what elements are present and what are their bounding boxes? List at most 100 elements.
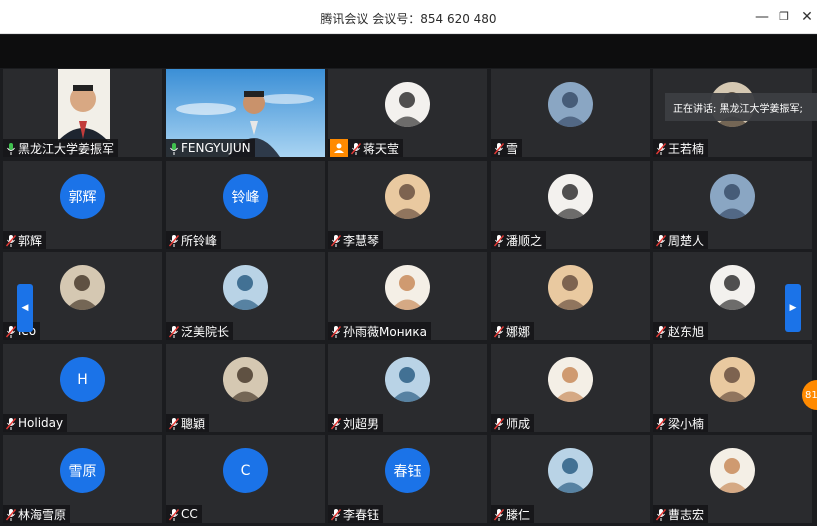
participant-name-bar: 所铃峰 [166, 231, 222, 249]
participant-tile[interactable]: 雪 [491, 69, 650, 157]
mic-muted-icon [655, 416, 667, 430]
participant-tile[interactable]: 孙雨薇Моника [328, 252, 487, 340]
mic-muted-icon [493, 233, 505, 247]
participant-name-bar: 周楚人 [653, 231, 709, 249]
avatar [548, 448, 593, 493]
mic-muted-icon [168, 507, 180, 521]
toolbar-area [0, 35, 817, 68]
avatar: H [60, 357, 105, 402]
participant-tile[interactable]: FENGYUJUN [166, 69, 325, 157]
avatar [223, 357, 268, 402]
mic-muted-icon [168, 324, 180, 338]
mic-muted-icon [168, 416, 180, 430]
mic-muted-icon [655, 507, 667, 521]
avatar [385, 82, 430, 127]
participant-name-bar: 曹志宏 [653, 505, 709, 523]
participant-name: 聰穎 [181, 416, 206, 431]
participant-tile[interactable]: 曹志宏 [653, 435, 812, 523]
participant-tile[interactable]: 潘顺之 [491, 161, 650, 249]
participant-grid: 黑龙江大学姜振军 FENGYUJUN 蒋天莹雪王若楠 郭辉 郭辉 铃峰 所铃峰 李慧琴 潘顺之周… [3, 69, 815, 526]
participant-tile[interactable]: 娜娜 [491, 252, 650, 340]
avatar: 春钰 [385, 448, 430, 493]
participant-tile[interactable]: 刘超男 [328, 344, 487, 432]
participant-tile[interactable]: 师成 [491, 344, 650, 432]
participant-name: 所铃峰 [181, 233, 218, 248]
mic-muted-icon [330, 324, 342, 338]
participant-name-bar: 雪 [491, 139, 523, 157]
participant-name: 娜娜 [506, 324, 531, 339]
participant-name: 梁小楠 [668, 416, 705, 431]
participant-tile[interactable]: 蒋天莹 [328, 69, 487, 157]
mic-muted-icon [493, 141, 505, 155]
mic-muted-icon [655, 233, 667, 247]
participant-name-bar: 郭辉 [3, 231, 47, 249]
participant-name: 李春钰 [343, 507, 380, 522]
avatar [710, 265, 755, 310]
participant-name: 李慧琴 [343, 233, 380, 248]
participant-tile[interactable]: 黑龙江大学姜振军 [3, 69, 162, 157]
mic-muted-icon [5, 233, 17, 247]
participant-name-bar: 赵东旭 [653, 322, 709, 340]
mic-muted-icon [330, 416, 342, 430]
avatar: 雪原 [60, 448, 105, 493]
avatar [710, 174, 755, 219]
mic-muted-icon [350, 141, 362, 155]
participant-name-bar: Holiday [3, 414, 68, 432]
avatar [548, 265, 593, 310]
avatar [548, 174, 593, 219]
participant-tile[interactable]: 郭辉 郭辉 [3, 161, 162, 249]
participant-tile[interactable]: 周楚人 [653, 161, 812, 249]
participant-name-bar: 滕仁 [491, 505, 535, 523]
participant-name: 赵东旭 [668, 324, 705, 339]
participant-name: 王若楠 [668, 141, 705, 156]
next-page-button[interactable]: ▶ [785, 284, 801, 332]
mic-icon [168, 141, 180, 155]
participant-tile[interactable]: 铃峰 所铃峰 [166, 161, 325, 249]
participant-name: Holiday [18, 416, 64, 430]
participant-tile[interactable]: 春钰 李春钰 [328, 435, 487, 523]
close-icon[interactable]: ✕ [796, 7, 817, 27]
avatar [385, 174, 430, 219]
participant-name-bar: 娜娜 [491, 322, 535, 340]
avatar [223, 265, 268, 310]
participant-name: CC [181, 507, 198, 521]
participant-name-bar: 聰穎 [166, 414, 210, 432]
mic-muted-icon [330, 233, 342, 247]
participant-tile[interactable]: 梁小楠 [653, 344, 812, 432]
participant-name-bar: 师成 [491, 414, 535, 432]
participant-name-bar: 林海雪原 [3, 505, 71, 523]
mic-muted-icon [655, 141, 667, 155]
participant-name-bar: 泛美院长 [166, 322, 234, 340]
window-title: 腾讯会议 会议号：854 620 480 [320, 12, 497, 26]
avatar [710, 448, 755, 493]
mic-icon [5, 141, 17, 155]
participant-name: 孙雨薇Моника [343, 324, 427, 339]
participant-name-bar: 黑龙江大学姜振军 [3, 139, 119, 157]
participant-name: FENGYUJUN [181, 141, 251, 155]
prev-page-button[interactable]: ◀ [17, 284, 33, 332]
participant-tile[interactable]: 李慧琴 [328, 161, 487, 249]
participant-name-bar: 蒋天莹 [328, 139, 404, 157]
participant-name: 师成 [506, 416, 531, 431]
participant-name: 黑龙江大学姜振军 [18, 141, 115, 156]
title-bar: 腾讯会议 会议号：854 620 480 — ❐ ✕ [0, 0, 817, 34]
participant-tile[interactable]: 雪原林海雪原 [3, 435, 162, 523]
participant-name: 曹志宏 [668, 507, 705, 522]
participant-tile[interactable]: C CC [166, 435, 325, 523]
mic-muted-icon [5, 324, 17, 338]
participant-name-bar: 王若楠 [653, 139, 709, 157]
avatar: 郭辉 [60, 174, 105, 219]
participant-tile[interactable]: 聰穎 [166, 344, 325, 432]
avatar: 铃峰 [223, 174, 268, 219]
maximize-icon[interactable]: ❐ [773, 7, 795, 27]
participant-tile[interactable]: 滕仁 [491, 435, 650, 523]
participant-tile[interactable]: H Holiday [3, 344, 162, 432]
minimize-icon[interactable]: — [751, 7, 773, 27]
participant-name: 滕仁 [506, 507, 531, 522]
participant-name-bar: 刘超男 [328, 414, 384, 432]
participant-tile[interactable]: 泛美院长 [166, 252, 325, 340]
mic-muted-icon [655, 324, 667, 338]
avatar: C [223, 448, 268, 493]
participant-name: 雪 [506, 141, 519, 156]
avatar [548, 357, 593, 402]
